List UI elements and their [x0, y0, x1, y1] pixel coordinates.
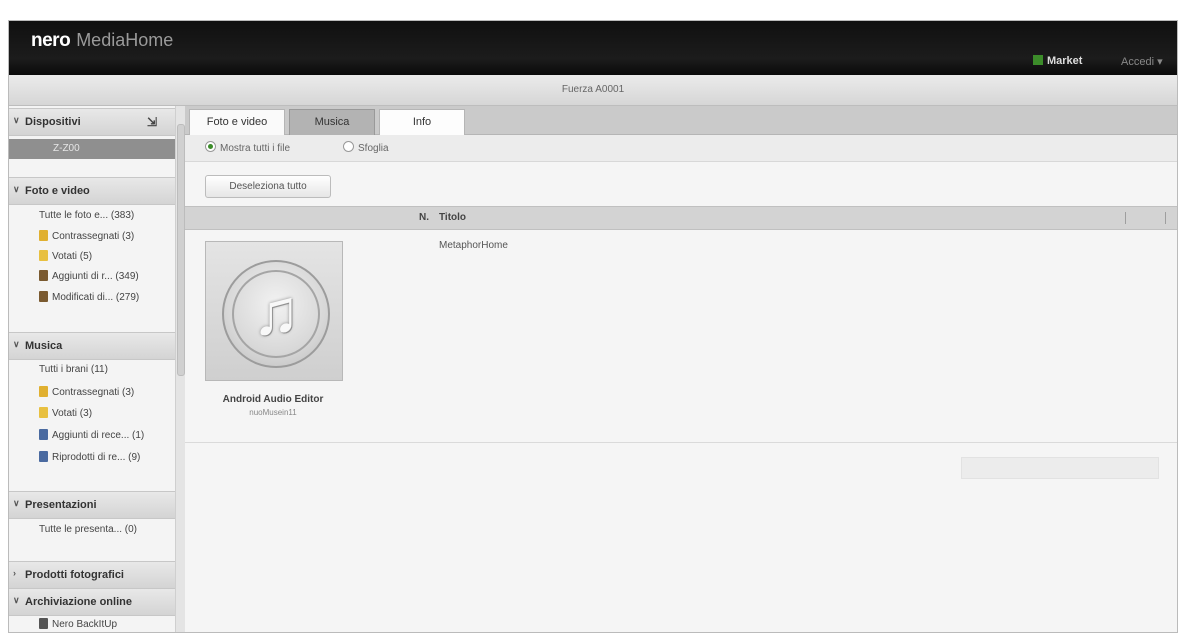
top-bar: nero MediaHome Market Accedi ▾ — [9, 21, 1177, 75]
device-title-bar: Fuerza A0001 — [9, 75, 1177, 106]
sidebar-scrollbar[interactable] — [175, 106, 185, 632]
radio-label: Mostra tutti i file — [220, 143, 291, 154]
brand-name: nero — [31, 30, 71, 51]
sidebar: ∨ Dispositivi ⇲ Z-Z00 ∨ Foto e video Tut… — [9, 106, 180, 632]
item-label: Contrassegnati (3) — [52, 387, 135, 398]
radio-browse[interactable]: Sfoglia — [343, 141, 389, 154]
sidebar-section-presentazioni[interactable]: ∨ Presentazioni — [9, 491, 175, 519]
tab-strip: Foto e video Musica Info — [185, 106, 1177, 135]
music-disc-icon: ♫ — [222, 260, 330, 368]
pin-icon[interactable]: ⇲ — [147, 115, 157, 129]
folder-icon — [39, 270, 48, 281]
column-separator — [1165, 212, 1166, 224]
section-label: Archiviazione online — [25, 596, 132, 608]
market-button[interactable]: Market — [1033, 55, 1082, 67]
sidebar-item-device[interactable]: Z-Z00 — [9, 139, 175, 159]
flag-icon — [39, 230, 48, 241]
sidebar-item-all-presentations[interactable]: Tutte le presenta... (0) — [39, 524, 137, 535]
section-label: Presentazioni — [25, 499, 97, 511]
section-label: Foto e video — [25, 185, 90, 197]
section-label: Prodotti fotografici — [25, 569, 124, 581]
sidebar-item-recent-photos[interactable]: Aggiunti di r... (349) — [39, 270, 139, 282]
sidebar-item-rated-songs[interactable]: Votati (3) — [39, 407, 92, 419]
flag-icon — [39, 386, 48, 397]
sidebar-item-rated-photos[interactable]: Votati (5) — [39, 250, 92, 262]
sidebar-item-all-photos[interactable]: Tutte le foto e... (383) — [39, 210, 134, 221]
item-label: Riprodotti di re... (9) — [52, 452, 141, 463]
item-label: Tutti i brani (11) — [39, 364, 108, 375]
column-title[interactable]: Titolo — [439, 212, 466, 223]
item-label: Contrassegnati (3) — [52, 231, 135, 242]
app-logo: nero MediaHome — [31, 30, 173, 52]
item-label: Votati (3) — [52, 408, 93, 419]
radio-show-all[interactable]: Mostra tutti i file — [205, 141, 290, 154]
item-label: Votati (5) — [52, 251, 93, 262]
device-title: Fuerza A0001 — [561, 84, 625, 95]
deselect-all-button[interactable]: Deseleziona tutto — [205, 175, 331, 198]
sidebar-item-flagged-photos[interactable]: Contrassegnati (3) — [39, 230, 134, 242]
market-label: Market — [1047, 55, 1083, 67]
cloud-icon — [39, 618, 48, 629]
sidebar-item-modified-photos[interactable]: Modificati di... (279) — [39, 291, 139, 303]
chevron-down-icon: ∨ — [13, 184, 20, 194]
login-label: Accedi — [1121, 56, 1155, 68]
column-number[interactable]: N. — [419, 212, 429, 223]
chevron-down-icon: ∨ — [13, 498, 20, 508]
item-label: Nero BackItUp — [52, 619, 118, 630]
folder-icon — [39, 291, 48, 302]
column-separator — [1125, 212, 1126, 224]
item-label: Aggiunti di rece... (1) — [52, 430, 145, 441]
chevron-right-icon: › — [13, 568, 16, 578]
item-label: Tutte le presenta... (0) — [39, 524, 138, 535]
item-label: Modificati di... (279) — [52, 292, 140, 303]
star-icon — [39, 407, 48, 418]
sidebar-section-dispositivi[interactable]: ∨ Dispositivi ⇲ — [9, 108, 175, 136]
chevron-down-icon: ∨ — [13, 595, 20, 605]
device-label: Z-Z00 — [53, 143, 80, 154]
market-icon — [1033, 55, 1043, 65]
sidebar-item-flagged-songs[interactable]: Contrassegnati (3) — [39, 386, 134, 398]
tab-foto-video[interactable]: Foto e video — [189, 109, 285, 135]
section-label: Dispositivi — [25, 116, 81, 128]
sidebar-section-archiviazione[interactable]: ∨ Archiviazione online — [9, 588, 175, 616]
radio-selected-icon — [205, 141, 216, 152]
item-label: Tutte le foto e... (383) — [39, 210, 135, 221]
tab-info[interactable]: Info — [379, 109, 465, 135]
sidebar-item-all-songs[interactable]: Tutti i brani (11) — [39, 364, 108, 375]
radio-unselected-icon — [343, 141, 354, 152]
section-label: Musica — [25, 340, 63, 352]
file-subtitle: nuoMusein11 — [249, 408, 297, 417]
file-thumbnail[interactable]: ♫ — [205, 241, 343, 381]
column-header: N. Titolo — [185, 206, 1177, 230]
chevron-down-icon: ∨ — [13, 339, 20, 349]
filter-bar: Mostra tutti i file Sfoglia — [185, 135, 1177, 162]
sidebar-item-backitup[interactable]: Nero BackItUp — [39, 618, 117, 630]
chevron-down-icon: ▾ — [1157, 56, 1163, 68]
scrollbar-thumb[interactable] — [177, 124, 185, 376]
sidebar-section-musica[interactable]: ∨ Musica — [9, 332, 175, 360]
music-note-icon — [39, 451, 48, 462]
sidebar-item-recent-songs[interactable]: Aggiunti di rece... (1) — [39, 429, 144, 441]
star-icon — [39, 250, 48, 261]
main-panel: Foto e video Musica Info Mostra tutti i … — [185, 106, 1177, 632]
product-name: MediaHome — [76, 30, 174, 50]
file-name: Android Audio Editor — [222, 394, 324, 405]
chevron-down-icon: ∨ — [13, 115, 20, 125]
app-window: nero MediaHome Market Accedi ▾ Fuerza A00… — [8, 20, 1178, 633]
login-menu[interactable]: Accedi ▾ — [1121, 55, 1163, 68]
tab-musica[interactable]: Musica — [289, 109, 375, 135]
sidebar-section-foto-video[interactable]: ∨ Foto e video — [9, 177, 175, 205]
content-divider — [185, 442, 1177, 443]
music-note-icon — [39, 429, 48, 440]
faint-progress-bar — [961, 457, 1159, 479]
music-note-icon: ♫ — [252, 276, 300, 348]
radio-label: Sfoglia — [358, 143, 389, 154]
sidebar-item-played-songs[interactable]: Riprodotti di re... (9) — [39, 451, 140, 463]
file-list-title: MetaphorHome — [439, 240, 508, 251]
sidebar-section-prodotti[interactable]: › Prodotti fotografici — [9, 561, 175, 589]
item-label: Aggiunti di r... (349) — [52, 271, 139, 282]
